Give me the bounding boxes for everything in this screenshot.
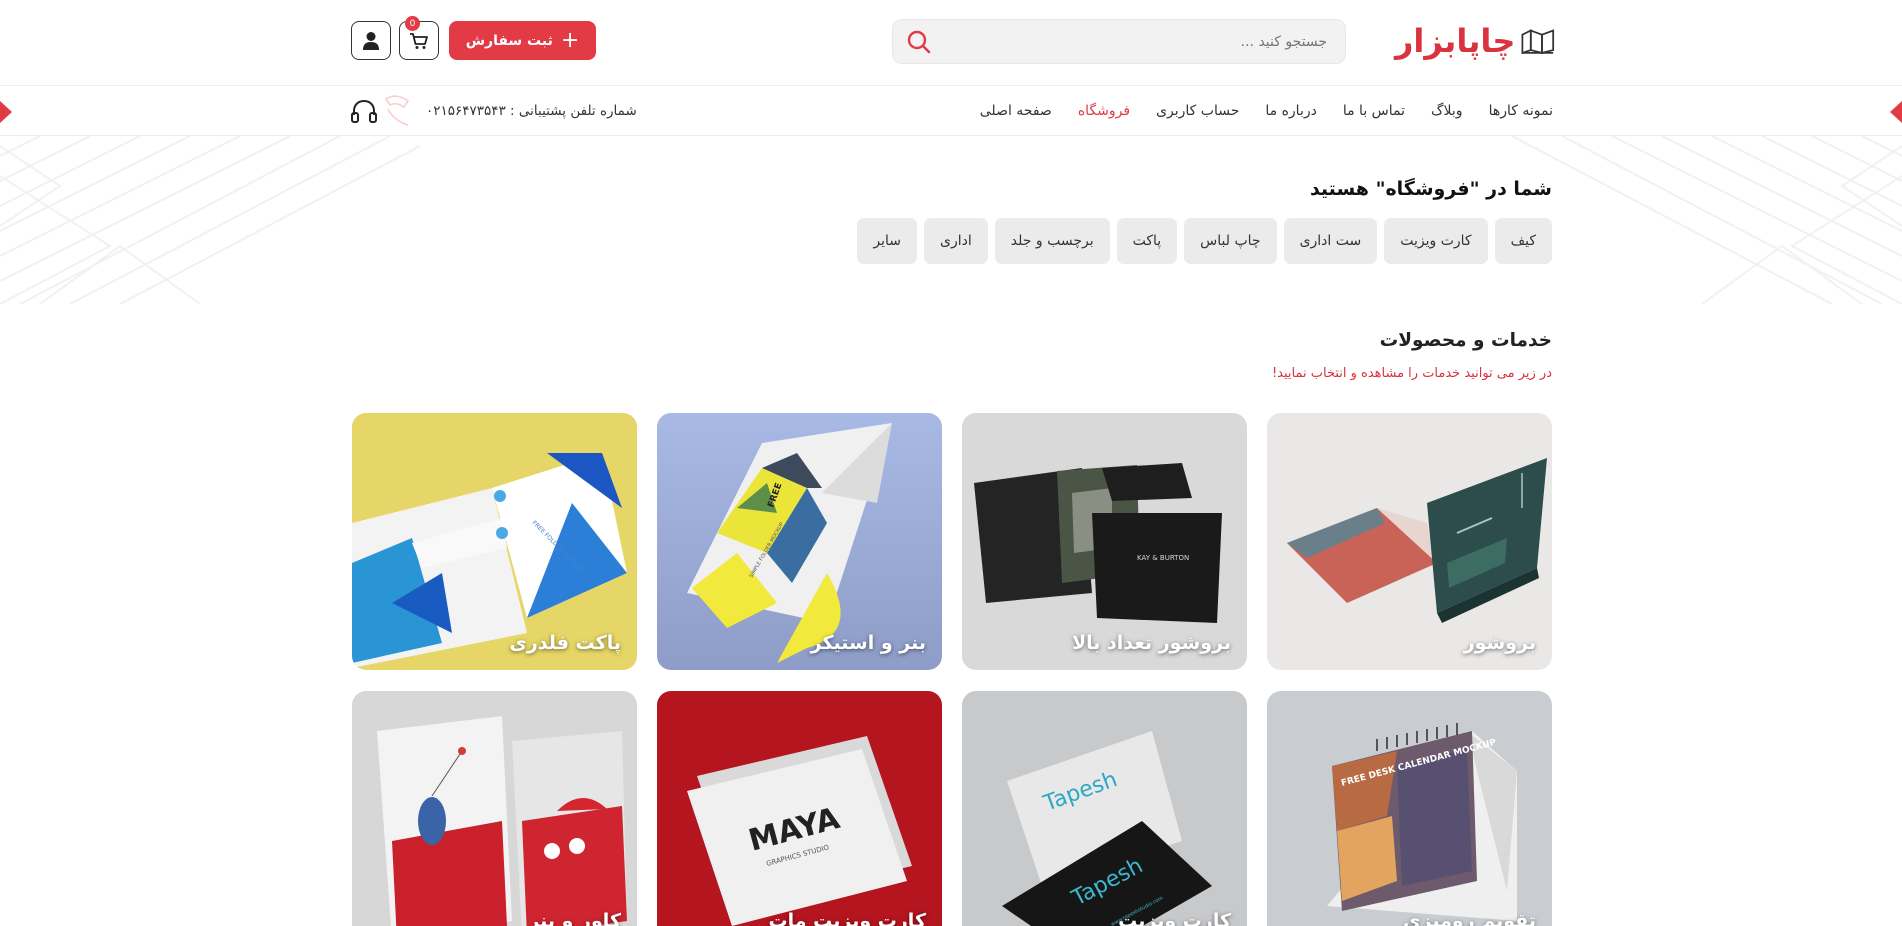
category-chips: سایر اداری برچسب و جلد پاکت چاپ لباس ست … bbox=[857, 218, 1552, 264]
left-edge-marker bbox=[0, 101, 12, 123]
product-label: کارت ویزیت bbox=[1118, 910, 1231, 926]
category-chip[interactable]: چاپ لباس bbox=[1184, 218, 1277, 264]
logo-mark-icon bbox=[1521, 29, 1555, 55]
product-card-pocket-folder[interactable]: FREE FOLDER MOCKUP پاکت فلدری bbox=[352, 413, 637, 670]
poster-mockup-image bbox=[352, 691, 637, 926]
phone-watermark-icon bbox=[384, 95, 410, 126]
support-phone[interactable]: شماره تلفن پشتیبانی : ۰۲۱۵۶۴۷۳۵۴۳ bbox=[350, 86, 637, 136]
product-card-business-card[interactable]: Tapesh Tapesh www.tapeshstudio.com کارت … bbox=[962, 691, 1247, 926]
product-label: کاور و بنر bbox=[528, 910, 621, 926]
category-chip[interactable]: کارت ویزیت bbox=[1384, 218, 1488, 264]
cart-count-badge: 0 bbox=[405, 16, 420, 31]
support-phone-label: شماره تلفن پشتیبانی : ۰۲۱۵۶۴۷۳۵۴۳ bbox=[426, 103, 637, 119]
nav-item-contact[interactable]: تماس با ما bbox=[1343, 103, 1405, 119]
category-chip[interactable]: اداری bbox=[924, 218, 988, 264]
right-edge-marker bbox=[1890, 101, 1902, 123]
search-icon[interactable] bbox=[893, 19, 945, 64]
order-button-label: ثبت سفارش bbox=[465, 32, 553, 49]
nav-item-portfolio[interactable]: نمونه کارها bbox=[1489, 103, 1553, 119]
nav-item-account[interactable]: حساب کاربری bbox=[1156, 103, 1239, 119]
product-label: بروشور تعداد بالا bbox=[1071, 632, 1231, 654]
nav-item-about[interactable]: درباره ما bbox=[1265, 103, 1316, 119]
product-card-banner-sticker[interactable]: FREE SIMPLE FOLDER MOCKUP بنر و استیکر bbox=[657, 413, 942, 670]
brochure-brand-text: KAY & BURTON bbox=[1137, 554, 1189, 562]
logo[interactable]: چاپابزار bbox=[1395, 18, 1555, 64]
product-label: بنر و استیکر bbox=[810, 632, 926, 654]
nav-item-blog[interactable]: وبلاگ bbox=[1431, 103, 1463, 119]
nav-menu: صفحه اصلی فروشگاه حساب کاربری درباره ما … bbox=[980, 86, 1553, 136]
search-box bbox=[892, 19, 1346, 64]
product-card-desk-calendar[interactable]: FREE DESK CALENDAR MOCKUP تقویم رومیزی bbox=[1267, 691, 1552, 926]
user-icon bbox=[363, 31, 379, 50]
category-chip[interactable]: پاکت bbox=[1116, 218, 1178, 264]
product-label: تقویم رومیزی bbox=[1403, 910, 1536, 926]
product-card-brochure[interactable]: بروشور bbox=[1267, 413, 1552, 670]
nav-item-home[interactable]: صفحه اصلی bbox=[980, 103, 1052, 119]
product-card-cover-banner[interactable]: کاور و بنر bbox=[352, 691, 637, 926]
product-label: بروشور bbox=[1463, 632, 1536, 654]
logo-text: چاپابزار bbox=[1395, 22, 1516, 60]
desk-calendar-mockup-image: FREE DESK CALENDAR MOCKUP bbox=[1267, 691, 1552, 926]
cart-icon bbox=[410, 32, 428, 49]
product-card-brochure-bulk[interactable]: KAY & BURTON بروشور تعداد بالا bbox=[962, 413, 1247, 670]
product-label: کارت ویزیت مات bbox=[768, 910, 926, 926]
headphones-icon bbox=[351, 99, 377, 123]
section-title: خدمات و محصولات bbox=[1379, 330, 1552, 351]
cart-button[interactable]: 0 bbox=[399, 16, 439, 60]
page-hero: شما در "فروشگاه" هستید سایر اداری برچسب … bbox=[0, 136, 1902, 304]
product-card-matte-business-card[interactable]: MAYA GRAPHICS STUDIO کارت ویزیت مات bbox=[657, 691, 942, 926]
business-card-mockup-image: Tapesh Tapesh www.tapeshstudio.com bbox=[962, 691, 1247, 926]
plus-icon: + bbox=[560, 27, 580, 53]
page-title: شما در "فروشگاه" هستید bbox=[1309, 178, 1552, 200]
main-nav: صفحه اصلی فروشگاه حساب کاربری درباره ما … bbox=[0, 86, 1902, 136]
category-chip[interactable]: سایر bbox=[857, 218, 918, 264]
hero-pattern-left bbox=[0, 136, 420, 304]
product-label: پاکت فلدری bbox=[509, 632, 621, 654]
category-chip[interactable]: برچسب و جلد bbox=[994, 218, 1110, 264]
nav-item-shop[interactable]: فروشگاه bbox=[1078, 103, 1130, 119]
header: چاپابزار + ثبت سفارش 0 bbox=[0, 0, 1902, 86]
category-chip[interactable]: کیف bbox=[1494, 218, 1552, 264]
matte-card-mockup-image: MAYA GRAPHICS STUDIO bbox=[657, 691, 942, 926]
order-button[interactable]: + ثبت سفارش bbox=[449, 21, 596, 60]
search-input[interactable] bbox=[945, 20, 1345, 63]
section-subtitle: در زیر می توانید خدمات را مشاهده و انتخا… bbox=[1271, 366, 1552, 381]
account-button[interactable] bbox=[351, 21, 391, 60]
category-chip[interactable]: ست اداری bbox=[1283, 218, 1378, 264]
